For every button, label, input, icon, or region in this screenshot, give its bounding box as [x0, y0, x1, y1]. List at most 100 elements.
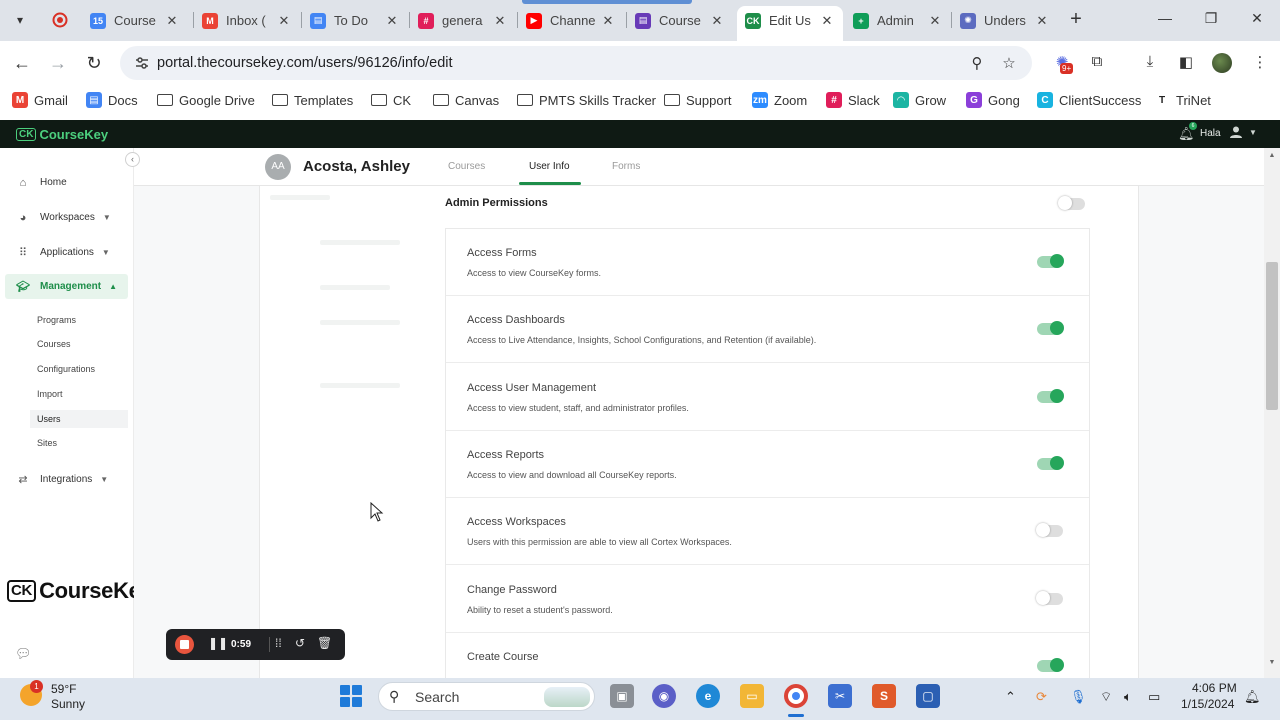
- close-tab-icon[interactable]: ✕: [600, 13, 616, 29]
- sidebar-subitem-courses[interactable]: Courses: [30, 335, 128, 353]
- sidebar-subitem-users[interactable]: Users: [30, 410, 128, 428]
- sidebar-subitem-sites[interactable]: Sites: [30, 434, 128, 452]
- zoom-search-icon[interactable]: ⚲: [968, 54, 986, 72]
- drag-handle-icon[interactable]: ⁞⁞: [275, 636, 282, 650]
- permission-toggle[interactable]: [1037, 254, 1064, 268]
- sidebar-item-integrations[interactable]: ⇄ Integrations ▼: [0, 467, 128, 492]
- coursekey-logo[interactable]: CK CourseKey: [16, 127, 108, 142]
- show-hidden-icons-chevron-icon[interactable]: ⌃: [1005, 689, 1016, 705]
- file-explorer-icon[interactable]: ▭: [740, 684, 764, 708]
- browser-tab[interactable]: CK Edit Us ✕: [737, 6, 843, 41]
- teams-chat-icon[interactable]: ◉: [652, 684, 676, 708]
- screencastify-icon[interactable]: S: [872, 684, 896, 708]
- permission-toggle[interactable]: [1036, 523, 1063, 537]
- sidebar-subitem-import[interactable]: Import: [30, 385, 128, 403]
- bookmark-item[interactable]: C ClientSuccess: [1037, 91, 1141, 109]
- sidebar-item-workspaces[interactable]: ◕ Workspaces ▼: [0, 205, 128, 230]
- edge-browser-icon[interactable]: e: [696, 684, 720, 708]
- browser-tab[interactable]: ▤ Course ✕: [627, 6, 733, 35]
- page-scrollbar[interactable]: [1264, 148, 1280, 678]
- bookmark-item[interactable]: M Gmail: [12, 91, 68, 109]
- restart-icon[interactable]: ↺: [295, 636, 305, 650]
- back-button[interactable]: ←: [10, 51, 34, 75]
- user-account-icon[interactable]: [1229, 125, 1243, 142]
- battery-icon[interactable]: ▭: [1148, 689, 1160, 705]
- bookmark-item[interactable]: PMTS Skills Tracker: [517, 91, 656, 109]
- permission-toggle[interactable]: [1036, 591, 1063, 605]
- bookmark-item[interactable]: CK: [371, 91, 411, 109]
- collapse-sidebar-button[interactable]: ‹: [125, 152, 140, 167]
- permission-toggle[interactable]: [1037, 321, 1064, 335]
- profile-avatar[interactable]: [1212, 53, 1232, 73]
- snipping-tool-icon[interactable]: ✂: [828, 684, 852, 708]
- bookmark-item[interactable]: Support: [664, 91, 732, 109]
- sidebar-subitem-configurations[interactable]: Configurations: [30, 360, 128, 378]
- permission-toggle[interactable]: [1037, 456, 1064, 470]
- admin-permissions-toggle[interactable]: [1058, 196, 1085, 210]
- clock-date[interactable]: 1/15/2024: [1181, 697, 1234, 711]
- bookmark-item[interactable]: G Gong: [966, 91, 1020, 109]
- tab-courses[interactable]: Courses: [448, 161, 485, 172]
- side-panel-icon[interactable]: ◧: [1176, 53, 1196, 73]
- weather-temperature[interactable]: 59°F: [51, 682, 76, 696]
- clock-time[interactable]: 4:06 PM: [1192, 681, 1237, 695]
- sidebar-subitem-programs[interactable]: Programs: [30, 311, 128, 329]
- permission-toggle[interactable]: [1037, 658, 1064, 672]
- browser-tab[interactable]: 15 Course ✕: [82, 6, 188, 35]
- close-tab-icon[interactable]: ✕: [819, 13, 835, 29]
- bookmark-star-icon[interactable]: ☆: [1000, 54, 1018, 72]
- browser-tab[interactable]: + Admin ✕: [845, 6, 951, 35]
- scrollbar-thumb[interactable]: [1266, 262, 1278, 410]
- user-menu-caret-icon[interactable]: ▼: [1249, 128, 1257, 137]
- address-bar[interactable]: portal.thecoursekey.com/users/96126/info…: [120, 46, 1032, 80]
- stop-recording-button[interactable]: [175, 635, 194, 654]
- sidebar-item-management[interactable]: 🎓︎ Management ▲: [5, 274, 128, 299]
- close-window-button[interactable]: ✕: [1247, 10, 1267, 30]
- tab-user-info[interactable]: User Info: [529, 161, 570, 172]
- help-chat-icon[interactable]: 💬︎: [15, 646, 32, 662]
- download-icon[interactable]: ⤓: [1140, 53, 1160, 73]
- url-text[interactable]: portal.thecoursekey.com/users/96126/info…: [157, 55, 453, 71]
- remote-desktop-icon[interactable]: ▢: [916, 684, 940, 708]
- browser-tab[interactable]: # genera ✕: [410, 6, 516, 35]
- close-tab-icon[interactable]: ✕: [927, 13, 943, 29]
- close-tab-icon[interactable]: ✕: [276, 13, 292, 29]
- bookmark-item[interactable]: ◠ Grow: [893, 91, 946, 109]
- speaker-icon[interactable]: 🔈︎: [1124, 689, 1132, 705]
- bookmark-item[interactable]: Templates: [272, 91, 353, 109]
- close-tab-icon[interactable]: ✕: [384, 13, 400, 29]
- bookmark-item[interactable]: zm Zoom: [752, 91, 807, 109]
- notifications-bell-icon[interactable]: 🔔︎: [1244, 689, 1261, 705]
- extensions-puzzle-icon[interactable]: ⧉: [1087, 53, 1107, 73]
- close-tab-icon[interactable]: ✕: [164, 13, 180, 29]
- trash-icon[interactable]: 🗑︎: [317, 636, 332, 650]
- close-tab-icon[interactable]: ✕: [709, 13, 725, 29]
- reload-button[interactable]: ↻: [82, 51, 106, 75]
- browser-tab[interactable]: ▶ Channe ✕: [518, 6, 624, 35]
- scroll-up-arrow-icon[interactable]: ▲: [1266, 152, 1278, 162]
- task-view-icon[interactable]: ▣: [610, 684, 634, 708]
- tab-search-chevron-icon[interactable]: ▾: [8, 8, 32, 32]
- forward-button[interactable]: →: [46, 51, 70, 75]
- close-tab-icon[interactable]: ✕: [492, 13, 508, 29]
- sync-icon[interactable]: ⟳: [1036, 689, 1047, 705]
- taskbar-search[interactable]: ⚲ Search: [378, 682, 595, 711]
- site-settings-icon[interactable]: [134, 55, 150, 71]
- chrome-browser-icon[interactable]: [784, 684, 808, 708]
- bookmark-item[interactable]: Google Drive: [157, 91, 255, 109]
- new-tab-button[interactable]: +: [1065, 9, 1087, 31]
- permission-toggle[interactable]: [1037, 389, 1064, 403]
- tab-forms[interactable]: Forms: [612, 161, 640, 172]
- recording-indicator-icon[interactable]: [51, 11, 69, 29]
- wifi-icon[interactable]: ⌔: [1100, 689, 1112, 705]
- close-tab-icon[interactable]: ✕: [1034, 13, 1050, 29]
- restore-button[interactable]: ❐: [1201, 10, 1221, 30]
- user-name[interactable]: Hala: [1200, 128, 1221, 139]
- microphone-icon[interactable]: 🎙︎: [1070, 689, 1087, 705]
- bookmark-item[interactable]: T TriNet: [1154, 91, 1211, 109]
- browser-tab[interactable]: ✺ Unders ✕: [952, 6, 1058, 35]
- scroll-down-arrow-icon[interactable]: ▼: [1266, 659, 1278, 669]
- browser-tab[interactable]: ▤ To Do ✕: [302, 6, 408, 35]
- weather-condition[interactable]: Sunny: [51, 697, 85, 711]
- start-windows-icon[interactable]: [340, 685, 362, 707]
